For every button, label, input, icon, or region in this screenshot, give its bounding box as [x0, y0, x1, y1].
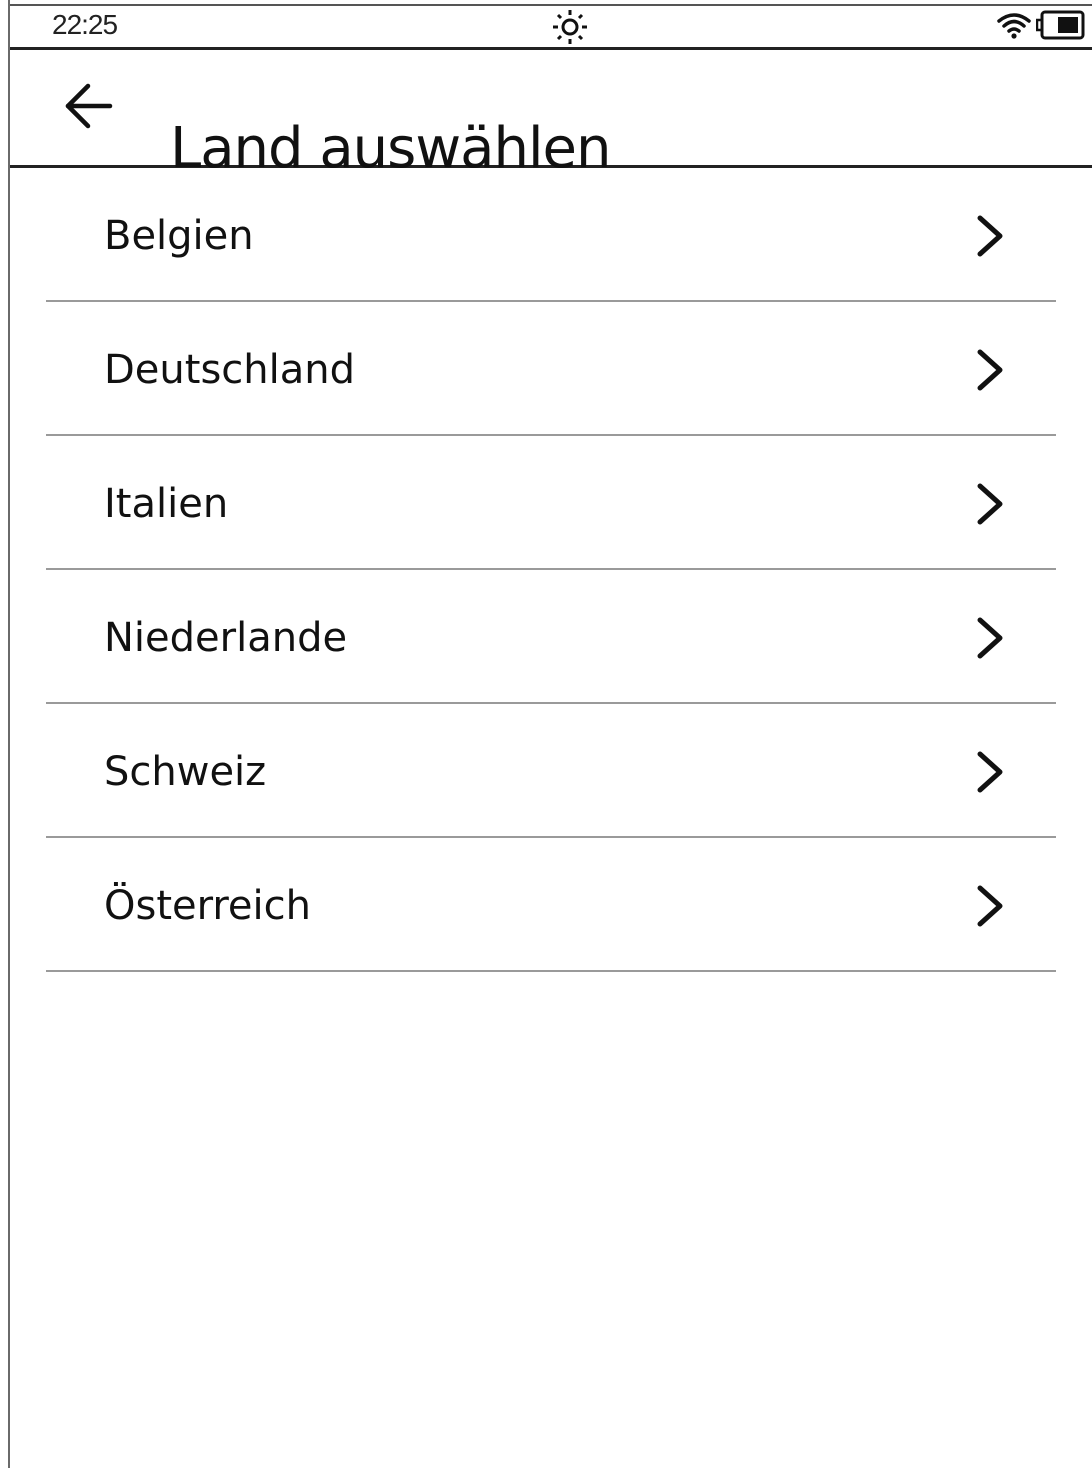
country-label: Belgien: [104, 213, 254, 259]
chevron-right-icon: [977, 617, 1003, 659]
brightness-icon[interactable]: [550, 8, 590, 46]
chevron-right-icon: [977, 885, 1003, 927]
country-item-deutschland[interactable]: Deutschland: [46, 302, 1056, 436]
wifi-icon[interactable]: [996, 10, 1032, 44]
battery-icon[interactable]: [1035, 9, 1086, 45]
chevron-right-icon: [977, 349, 1003, 391]
country-item-niederlande[interactable]: Niederlande: [46, 570, 1056, 704]
back-arrow-icon: [62, 82, 114, 134]
status-indicators: [996, 10, 1086, 44]
country-label: Italien: [104, 481, 229, 527]
status-bar: 22:25: [10, 4, 1092, 50]
country-list: Belgien Deutschland Italien Niederlande …: [46, 168, 1056, 972]
chevron-right-icon: [977, 483, 1003, 525]
chevron-right-icon: [977, 215, 1003, 257]
status-time: 22:25: [52, 9, 118, 40]
chevron-right-icon: [977, 751, 1003, 793]
country-label: Deutschland: [104, 347, 355, 393]
country-label: Österreich: [104, 883, 311, 929]
screen-frame-edge: [8, 0, 10, 1468]
back-button[interactable]: [58, 78, 118, 138]
country-item-belgien[interactable]: Belgien: [46, 168, 1056, 302]
country-item-schweiz[interactable]: Schweiz: [46, 704, 1056, 838]
country-label: Schweiz: [104, 749, 267, 795]
country-item-italien[interactable]: Italien: [46, 436, 1056, 570]
country-item-oesterreich[interactable]: Österreich: [46, 838, 1056, 972]
country-label: Niederlande: [104, 615, 348, 661]
app-header: Land auswählen: [10, 50, 1092, 181]
